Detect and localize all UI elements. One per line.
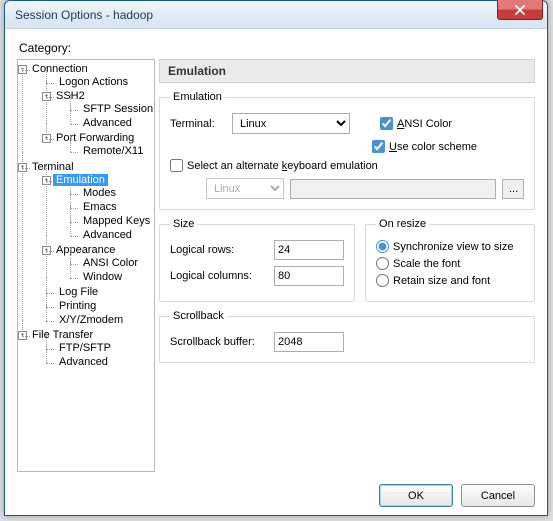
tree-sftp-session[interactable]: SFTP Session	[80, 103, 155, 115]
alt-keyboard-combo: Linux	[206, 178, 284, 199]
category-label: Category:	[19, 41, 535, 55]
resize-sync-radio[interactable]: Synchronize view to size	[376, 240, 524, 253]
tree-emacs[interactable]: Emacs	[80, 201, 120, 213]
cols-input[interactable]	[274, 266, 344, 286]
emulation-legend: Emulation	[170, 91, 225, 103]
expander-icon[interactable]: -	[18, 65, 27, 74]
tree-ansi-color[interactable]: ANSI Color	[80, 257, 141, 269]
tree-advanced[interactable]: Advanced	[80, 229, 135, 241]
emulation-group: Emulation Terminal: Linux ANSI Color	[159, 91, 535, 210]
on-resize-group: On resize Synchronize view to size Scale…	[365, 218, 535, 302]
tree-printing[interactable]: Printing	[56, 300, 99, 312]
category-tree[interactable]: -Connection Logon Actions -SSH2 SFTP Ses…	[17, 59, 155, 472]
session-options-dialog: Session Options - hadoop Category: -Conn…	[4, 0, 548, 516]
tree-mapped-keys[interactable]: Mapped Keys	[80, 215, 153, 227]
scrollback-legend: Scrollback	[170, 310, 227, 322]
cancel-button[interactable]: Cancel	[461, 484, 535, 507]
tree-advanced[interactable]: Advanced	[56, 356, 111, 368]
tree-logon-actions[interactable]: Logon Actions	[56, 76, 131, 88]
settings-panel: Emulation Emulation Terminal: Linux ANSI…	[159, 59, 535, 472]
expander-icon[interactable]: -	[18, 331, 27, 340]
terminal-label: Terminal:	[170, 118, 224, 130]
tree-ftp-sftp[interactable]: FTP/SFTP	[56, 342, 114, 354]
tree-modes[interactable]: Modes	[80, 187, 119, 199]
tree-advanced[interactable]: Advanced	[80, 117, 135, 129]
terminal-combo[interactable]: Linux	[232, 113, 350, 134]
expander-icon[interactable]: -	[18, 163, 27, 172]
close-icon	[515, 5, 525, 15]
tree-port-forwarding[interactable]: Port Forwarding	[53, 132, 137, 144]
ansi-color-checkbox[interactable]: ANSI Color	[380, 117, 452, 130]
size-group: Size Logical rows: Logical columns:	[159, 218, 355, 302]
rows-label: Logical rows:	[170, 244, 266, 256]
alt-keyboard-checkbox[interactable]: Select an alternate keyboard emulation	[170, 159, 378, 172]
panel-header: Emulation	[159, 59, 535, 83]
tree-emulation[interactable]: Emulation	[53, 174, 108, 186]
tree-terminal[interactable]: Terminal	[29, 161, 77, 173]
resize-scale-radio[interactable]: Scale the font	[376, 257, 524, 270]
scrollback-label: Scrollback buffer:	[170, 336, 266, 348]
ansi-color-input[interactable]	[380, 117, 393, 130]
dialog-footer: OK Cancel	[5, 478, 547, 515]
expander-icon[interactable]: -	[42, 92, 51, 101]
tree-log-file[interactable]: Log File	[56, 286, 101, 298]
cols-label: Logical columns:	[170, 270, 266, 282]
on-resize-legend: On resize	[376, 218, 429, 230]
scrollback-input[interactable]	[274, 332, 344, 352]
tree-xyzmodem[interactable]: X/Y/Zmodem	[56, 314, 126, 326]
close-button[interactable]	[497, 0, 543, 20]
titlebar[interactable]: Session Options - hadoop	[5, 1, 547, 29]
alt-keyboard-input[interactable]	[170, 159, 183, 172]
scrollback-group: Scrollback Scrollback buffer:	[159, 310, 535, 363]
tree-remote-x11[interactable]: Remote/X11	[80, 145, 146, 157]
expander-icon[interactable]: -	[42, 246, 51, 255]
tree-connection[interactable]: Connection	[29, 63, 91, 75]
rows-input[interactable]	[274, 240, 344, 260]
use-color-scheme-checkbox[interactable]: Use color scheme	[372, 140, 477, 153]
window-title: Session Options - hadoop	[15, 8, 153, 22]
tree-file-transfer[interactable]: File Transfer	[29, 329, 96, 341]
expander-icon[interactable]: -	[42, 176, 51, 185]
expander-icon[interactable]: -	[42, 134, 51, 143]
tree-appearance[interactable]: Appearance	[53, 244, 118, 256]
ok-button[interactable]: OK	[379, 484, 453, 507]
browse-button[interactable]: ...	[502, 179, 524, 199]
size-legend: Size	[170, 218, 197, 230]
alt-keyboard-path	[290, 179, 496, 199]
use-color-scheme-input[interactable]	[372, 140, 385, 153]
resize-retain-radio[interactable]: Retain size and font	[376, 274, 524, 287]
tree-window[interactable]: Window	[80, 271, 125, 283]
